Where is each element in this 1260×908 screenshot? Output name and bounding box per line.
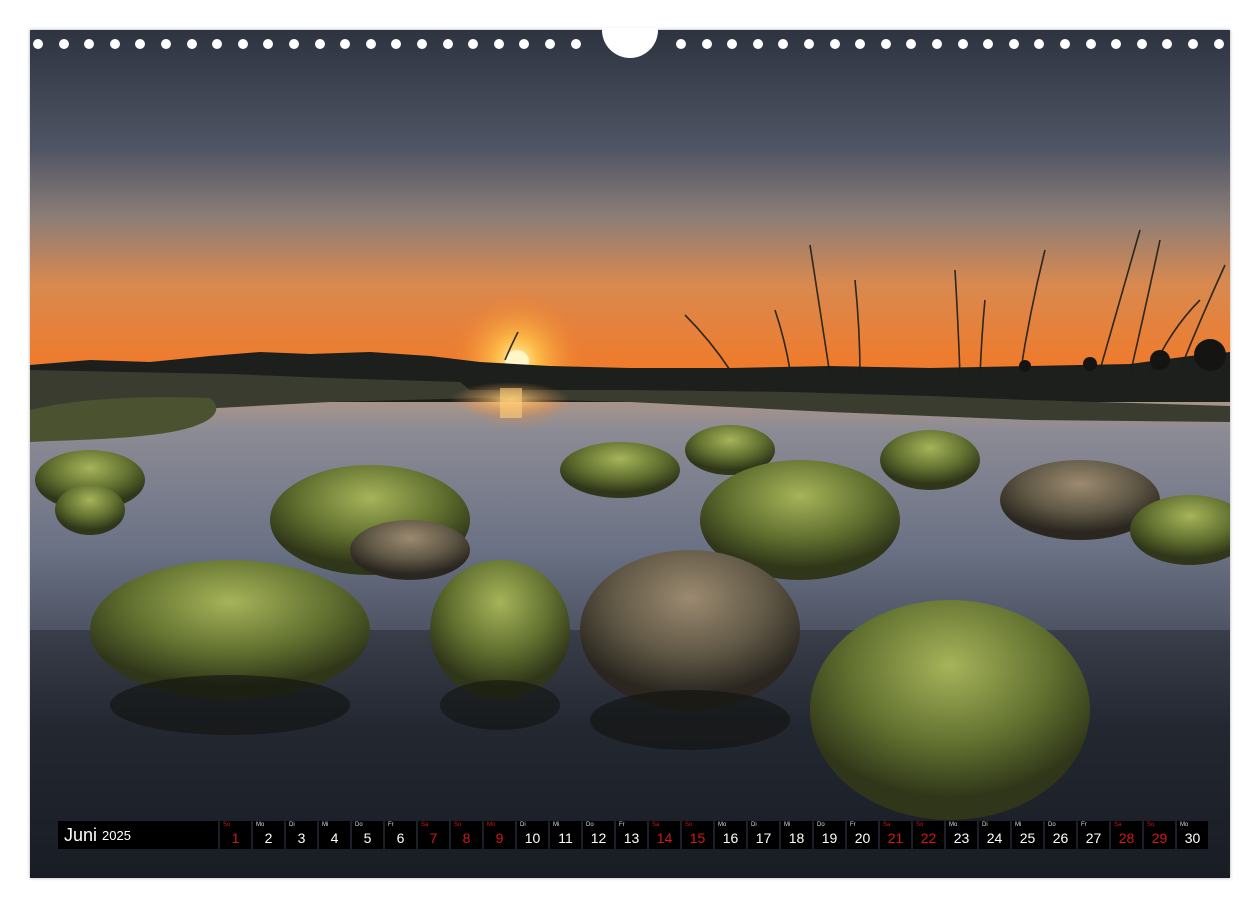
day-cell: Sa 14	[649, 821, 680, 849]
weekday-label: Do	[1048, 822, 1056, 828]
day-number: 7	[429, 830, 438, 846]
weekday-label: Mo	[718, 822, 727, 828]
day-number: 16	[722, 830, 739, 846]
landscape-photo	[30, 30, 1230, 878]
day-cell: Mo 30	[1177, 821, 1208, 849]
day-cell: Do 26	[1045, 821, 1076, 849]
day-cell: Di 3	[286, 821, 317, 849]
day-number: 27	[1085, 830, 1102, 846]
weekday-label: Mo	[1180, 822, 1189, 828]
day-number: 28	[1118, 830, 1135, 846]
weekday-label: Do	[355, 822, 363, 828]
day-number: 20	[854, 830, 871, 846]
weekday-label: So	[1147, 822, 1155, 828]
day-number: 6	[396, 830, 405, 846]
day-number: 4	[330, 830, 339, 846]
weekday-label: Mo	[487, 822, 496, 828]
weekday-label: Sa	[883, 822, 891, 828]
day-number: 12	[590, 830, 607, 846]
moor-sunset-icon	[30, 30, 1230, 878]
day-number: 21	[887, 830, 904, 846]
day-number: 13	[623, 830, 640, 846]
day-cell: Mi 18	[781, 821, 812, 849]
day-number: 9	[495, 830, 504, 846]
day-cell: So 22	[913, 821, 944, 849]
day-number: 2	[264, 830, 273, 846]
day-number: 8	[462, 830, 471, 846]
weekday-label: Mi	[784, 822, 791, 828]
day-cell: So 8	[451, 821, 482, 849]
day-number: 30	[1184, 830, 1201, 846]
day-cell: Fr 13	[616, 821, 647, 849]
weekday-label: So	[454, 822, 462, 828]
day-cell: Sa 7	[418, 821, 449, 849]
day-cell: Mo 2	[253, 821, 284, 849]
day-cell: Sa 28	[1111, 821, 1142, 849]
day-number: 3	[297, 830, 306, 846]
weekday-label: Di	[982, 822, 988, 828]
weekday-label: Do	[817, 822, 825, 828]
day-number: 1	[231, 830, 240, 846]
weekday-label: Mi	[1015, 822, 1022, 828]
calendar-strip: Juni 2025 So 1 Mo 2 Di 3 Mi 4 Do 5 Fr 6 Sa 7 So 8 Mo 9 Di 1…	[58, 821, 1210, 849]
weekday-label: Fr	[619, 822, 625, 828]
weekday-label: So	[223, 822, 231, 828]
day-cell: Fr 27	[1078, 821, 1109, 849]
day-number: 24	[986, 830, 1003, 846]
day-cell: Mo 9	[484, 821, 515, 849]
month-name: Juni	[64, 824, 98, 845]
day-cell: Mi 4	[319, 821, 350, 849]
day-cell: Do 19	[814, 821, 845, 849]
day-cell: So 1	[220, 821, 251, 849]
day-cell: Mi 11	[550, 821, 581, 849]
day-cell: Sa 21	[880, 821, 911, 849]
day-cell: Do 5	[352, 821, 383, 849]
day-number: 26	[1052, 830, 1069, 846]
weekday-label: So	[916, 822, 924, 828]
day-cell: Di 24	[979, 821, 1010, 849]
weekday-label: Mo	[256, 822, 265, 828]
day-number: 29	[1151, 830, 1168, 846]
calendar-page: Juni 2025 So 1 Mo 2 Di 3 Mi 4 Do 5 Fr 6 Sa 7 So 8 Mo 9 Di 1…	[0, 0, 1260, 908]
day-number: 5	[363, 830, 372, 846]
day-cell: Mo 23	[946, 821, 977, 849]
weekday-label: Mo	[949, 822, 958, 828]
day-cell: Fr 6	[385, 821, 416, 849]
day-cell: So 29	[1144, 821, 1175, 849]
day-number: 25	[1019, 830, 1036, 846]
weekday-label: Do	[586, 822, 594, 828]
day-number: 11	[558, 830, 573, 846]
month-label: Juni 2025	[58, 821, 218, 849]
weekday-label: Di	[751, 822, 757, 828]
weekday-label: So	[685, 822, 693, 828]
weekday-label: Fr	[1081, 822, 1087, 828]
weekday-label: Di	[520, 822, 526, 828]
day-cell: Fr 20	[847, 821, 878, 849]
weekday-label: Mi	[553, 822, 560, 828]
weekday-label: Di	[289, 822, 295, 828]
day-cell: Do 12	[583, 821, 614, 849]
day-number: 14	[656, 830, 673, 846]
day-number: 23	[953, 830, 970, 846]
day-number: 17	[755, 830, 772, 846]
day-cell: So 15	[682, 821, 713, 849]
day-cell: Mi 25	[1012, 821, 1043, 849]
day-number: 18	[788, 830, 805, 846]
weekday-label: Sa	[421, 822, 429, 828]
weekday-label: Sa	[1114, 822, 1122, 828]
weekday-label: Fr	[388, 822, 394, 828]
day-cell: Di 17	[748, 821, 779, 849]
day-number: 15	[689, 830, 706, 846]
weekday-label: Fr	[850, 822, 856, 828]
day-number: 10	[524, 830, 541, 846]
weekday-label: Mi	[322, 822, 329, 828]
day-number: 22	[920, 830, 937, 846]
day-cell: Mo 16	[715, 821, 746, 849]
day-number: 19	[821, 830, 838, 846]
day-cell: Di 10	[517, 821, 548, 849]
weekday-label: Sa	[652, 822, 660, 828]
month-year: 2025	[102, 827, 131, 843]
